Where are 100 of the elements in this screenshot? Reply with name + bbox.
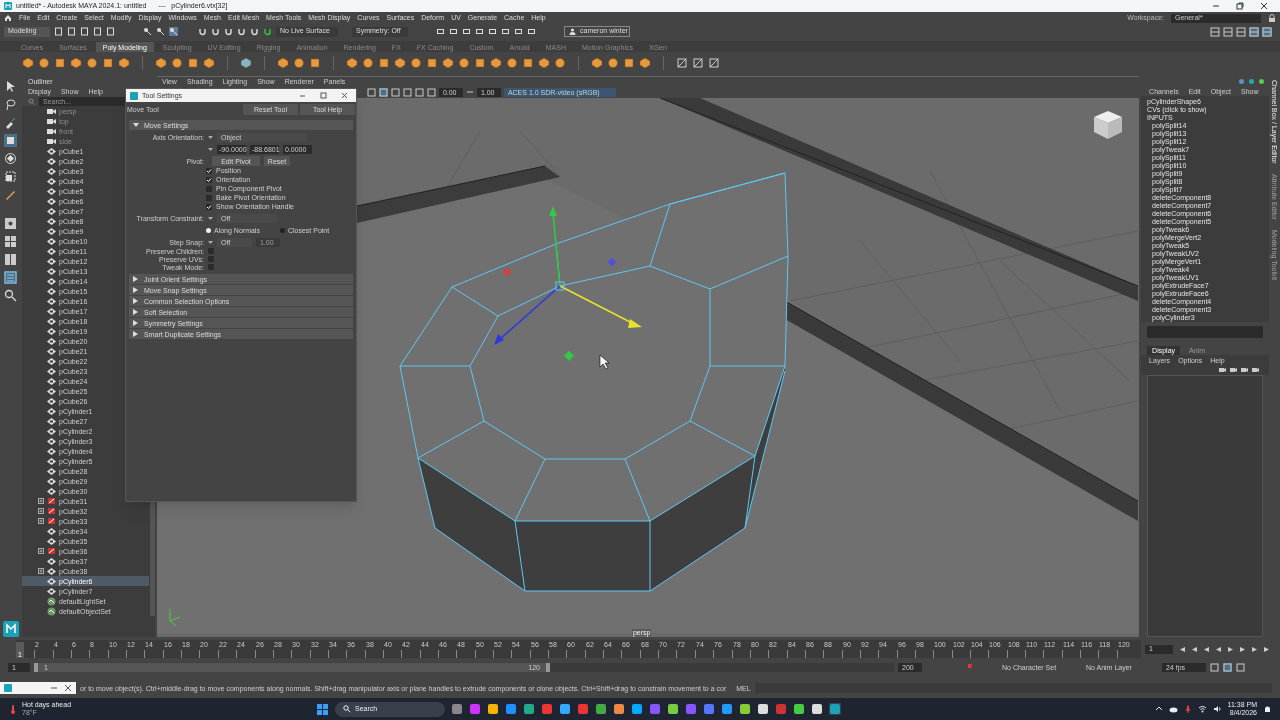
- hexagon-icon[interactable]: [22, 57, 34, 69]
- layout-icon[interactable]: [1236, 26, 1246, 37]
- layout-split-icon[interactable]: [4, 253, 18, 266]
- next-key-icon[interactable]: [1239, 645, 1246, 653]
- taskbar-app-icon[interactable]: [811, 703, 824, 715]
- selection-mode-icon[interactable]: [156, 27, 165, 36]
- skip-end-icon[interactable]: [1263, 645, 1270, 653]
- lasso-icon[interactable]: [4, 98, 18, 111]
- chevron-up-icon[interactable]: [1154, 705, 1163, 713]
- pencil-tool-icon[interactable]: [676, 57, 688, 69]
- sphere-icon[interactable]: [362, 57, 374, 69]
- square-icon[interactable]: [474, 57, 486, 69]
- hexagon-icon[interactable]: [442, 57, 454, 69]
- step-forward-icon[interactable]: [1251, 645, 1258, 653]
- hexagon-icon[interactable]: [538, 57, 550, 69]
- selection-mode-icon[interactable]: [143, 27, 152, 36]
- layout-icon[interactable]: [1249, 26, 1259, 37]
- taskbar-app-icon[interactable]: [667, 703, 680, 715]
- rotate-tool-icon[interactable]: [4, 152, 18, 165]
- dropdown-arrow-icon[interactable]: [208, 239, 213, 245]
- square-icon[interactable]: [378, 57, 390, 69]
- windows-start-icon[interactable]: [316, 702, 330, 716]
- taskbar-app-icon[interactable]: [613, 703, 626, 715]
- checkbox[interactable]: [206, 194, 212, 201]
- sphere-icon[interactable]: [293, 57, 305, 69]
- checkbox[interactable]: [206, 167, 212, 174]
- scale-tool-icon[interactable]: [4, 170, 18, 183]
- taskbar-app-icon[interactable]: [595, 703, 608, 715]
- taskbar-app-icon[interactable]: [487, 703, 500, 715]
- pencil-tool-icon[interactable]: [692, 57, 704, 69]
- taskbar-app-icon[interactable]: [739, 703, 752, 715]
- layer-tool-icon[interactable]: [1252, 367, 1259, 373]
- radio-button[interactable]: [206, 227, 211, 233]
- skip-start-icon[interactable]: [1179, 645, 1186, 653]
- selection-mode-icon[interactable]: [169, 27, 178, 36]
- radio-button[interactable]: [279, 227, 285, 233]
- taskbar-app-icon[interactable]: [523, 703, 536, 715]
- sphere-icon[interactable]: [554, 57, 566, 69]
- layer-tool-icon[interactable]: [1230, 367, 1237, 373]
- paint-brush-icon[interactable]: [4, 116, 18, 129]
- checkbox[interactable]: [206, 203, 212, 210]
- hexagon-icon[interactable]: [240, 57, 252, 69]
- taskbar-app-icon[interactable]: [559, 703, 572, 715]
- hexagon-icon[interactable]: [394, 57, 406, 69]
- layout-single-icon[interactable]: [4, 217, 18, 230]
- restore-icon[interactable]: [1236, 2, 1244, 10]
- sphere-icon[interactable]: [607, 57, 619, 69]
- cloud-icon[interactable]: [1168, 705, 1178, 713]
- taskbar-app-icon[interactable]: [793, 703, 806, 715]
- hexagon-icon[interactable]: [70, 57, 82, 69]
- sphere-icon[interactable]: [38, 57, 50, 69]
- tool-settings-dialog[interactable]: [125, 88, 357, 502]
- taskbar-app-icon[interactable]: [829, 703, 842, 715]
- hexagon-icon[interactable]: [639, 57, 651, 69]
- taskbar-app-icon[interactable]: [757, 703, 770, 715]
- layer-tool-icon[interactable]: [1241, 367, 1248, 373]
- layout-icon[interactable]: [1210, 26, 1220, 37]
- hexagon-icon[interactable]: [490, 57, 502, 69]
- square-icon[interactable]: [623, 57, 635, 69]
- close-icon[interactable]: [1260, 2, 1268, 10]
- speaker-icon[interactable]: [1212, 705, 1222, 713]
- close-icon[interactable]: [341, 92, 348, 99]
- notification-bell-icon[interactable]: [1263, 704, 1272, 714]
- view-cube-icon[interactable]: [1093, 111, 1122, 139]
- hexagon-icon[interactable]: [346, 57, 358, 69]
- square-icon[interactable]: [102, 57, 114, 69]
- checkbox[interactable]: [208, 264, 214, 270]
- taskbar-app-icon[interactable]: [721, 703, 734, 715]
- search-icon[interactable]: [4, 289, 18, 302]
- hexagon-icon[interactable]: [277, 57, 289, 69]
- sphere-icon[interactable]: [506, 57, 518, 69]
- close-icon[interactable]: [64, 684, 72, 692]
- square-icon[interactable]: [426, 57, 438, 69]
- taskbar-app-icon[interactable]: [631, 703, 644, 715]
- square-icon[interactable]: [54, 57, 66, 69]
- checkbox[interactable]: [208, 248, 214, 254]
- square-icon[interactable]: [187, 57, 199, 69]
- sphere-icon[interactable]: [458, 57, 470, 69]
- prev-key-icon[interactable]: [1203, 645, 1210, 653]
- square-icon[interactable]: [522, 57, 534, 69]
- command-field[interactable]: [1147, 326, 1263, 338]
- layout-quad-icon[interactable]: [4, 235, 18, 248]
- layout-icon[interactable]: [1262, 26, 1272, 37]
- pencil-icon[interactable]: [4, 188, 18, 201]
- layer-tool-icon[interactable]: [1219, 367, 1226, 373]
- hexagon-icon[interactable]: [155, 57, 167, 69]
- pencil-tool-icon[interactable]: [708, 57, 720, 69]
- checkbox[interactable]: [206, 176, 212, 183]
- play-back-icon[interactable]: [1215, 645, 1222, 653]
- dropdown-arrow-icon[interactable]: [208, 215, 213, 221]
- layout-icon[interactable]: [1223, 26, 1233, 37]
- hexagon-icon[interactable]: [118, 57, 130, 69]
- microphone-icon[interactable]: [1183, 705, 1192, 713]
- sphere-icon[interactable]: [171, 57, 183, 69]
- hexagon-icon[interactable]: [591, 57, 603, 69]
- hexagon-icon[interactable]: [203, 57, 215, 69]
- sphere-icon[interactable]: [86, 57, 98, 69]
- checkbox[interactable]: [206, 185, 212, 192]
- minimize-icon[interactable]: [1212, 2, 1220, 10]
- taskbar-app-icon[interactable]: [505, 703, 518, 715]
